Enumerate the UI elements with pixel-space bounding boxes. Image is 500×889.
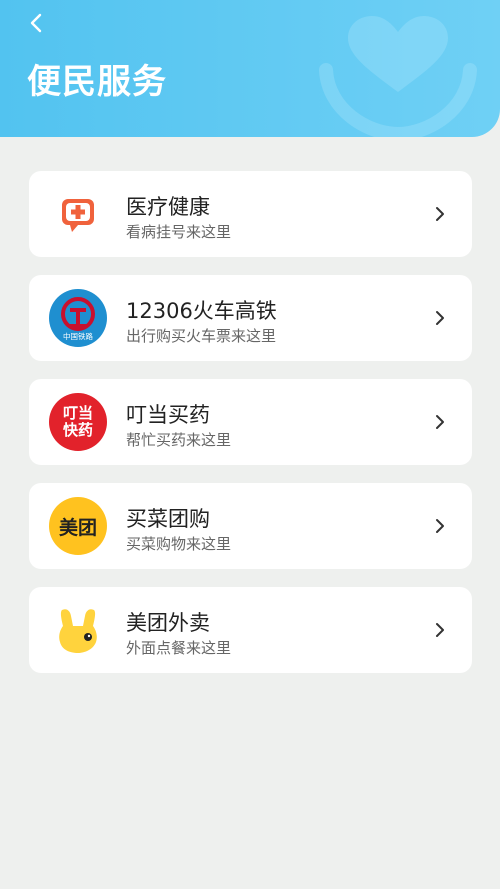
dingdang-icon: 叮当快药 — [49, 393, 107, 451]
service-item-medical[interactable]: 医疗健康 看病挂号来这里 — [29, 171, 472, 257]
service-subtitle: 外面点餐来这里 — [126, 639, 232, 657]
chevron-right-icon — [436, 207, 444, 221]
service-title: 医疗健康 — [126, 195, 210, 219]
logo-text: 中国铁路 — [63, 331, 93, 341]
service-title: 买菜团购 — [126, 507, 210, 531]
service-subtitle: 看病挂号来这里 — [126, 223, 232, 241]
service-title: 叮当买药 — [126, 403, 210, 427]
china-railway-icon: 中国铁路 — [49, 289, 107, 347]
logo-text: 美团 — [58, 516, 97, 539]
service-subtitle: 出行购买火车票来这里 — [126, 327, 277, 345]
service-title: 美团外卖 — [126, 611, 210, 635]
service-item-12306[interactable]: 中国铁路 12306火车高铁 出行购买火车票来这里 — [29, 275, 472, 361]
service-subtitle: 帮忙买药来这里 — [126, 431, 232, 449]
service-subtitle: 买菜购物来这里 — [126, 535, 232, 553]
service-item-maicai[interactable]: 美团 买菜团购 买菜购物来这里 — [29, 483, 472, 569]
chevron-right-icon — [436, 623, 444, 637]
logo-text: 叮当快药 — [62, 404, 93, 439]
service-title: 12306火车高铁 — [126, 299, 277, 323]
back-icon[interactable] — [26, 12, 48, 34]
page-title: 便民服务 — [27, 62, 167, 102]
meituan-icon: 美团 — [49, 497, 107, 555]
chevron-right-icon — [436, 519, 444, 533]
meituan-waimai-kangaroo-icon — [49, 601, 107, 659]
medical-cross-icon — [49, 185, 107, 243]
header-bar: 便民服务 — [0, 0, 500, 137]
service-item-dingdang[interactable]: 叮当快药 叮当买药 帮忙买药来这里 — [29, 379, 472, 465]
service-item-waimai[interactable]: 美团外卖 外面点餐来这里 — [29, 587, 472, 673]
heart-hand-icon — [319, 16, 477, 137]
chevron-right-icon — [436, 415, 444, 429]
chevron-right-icon — [436, 311, 444, 325]
